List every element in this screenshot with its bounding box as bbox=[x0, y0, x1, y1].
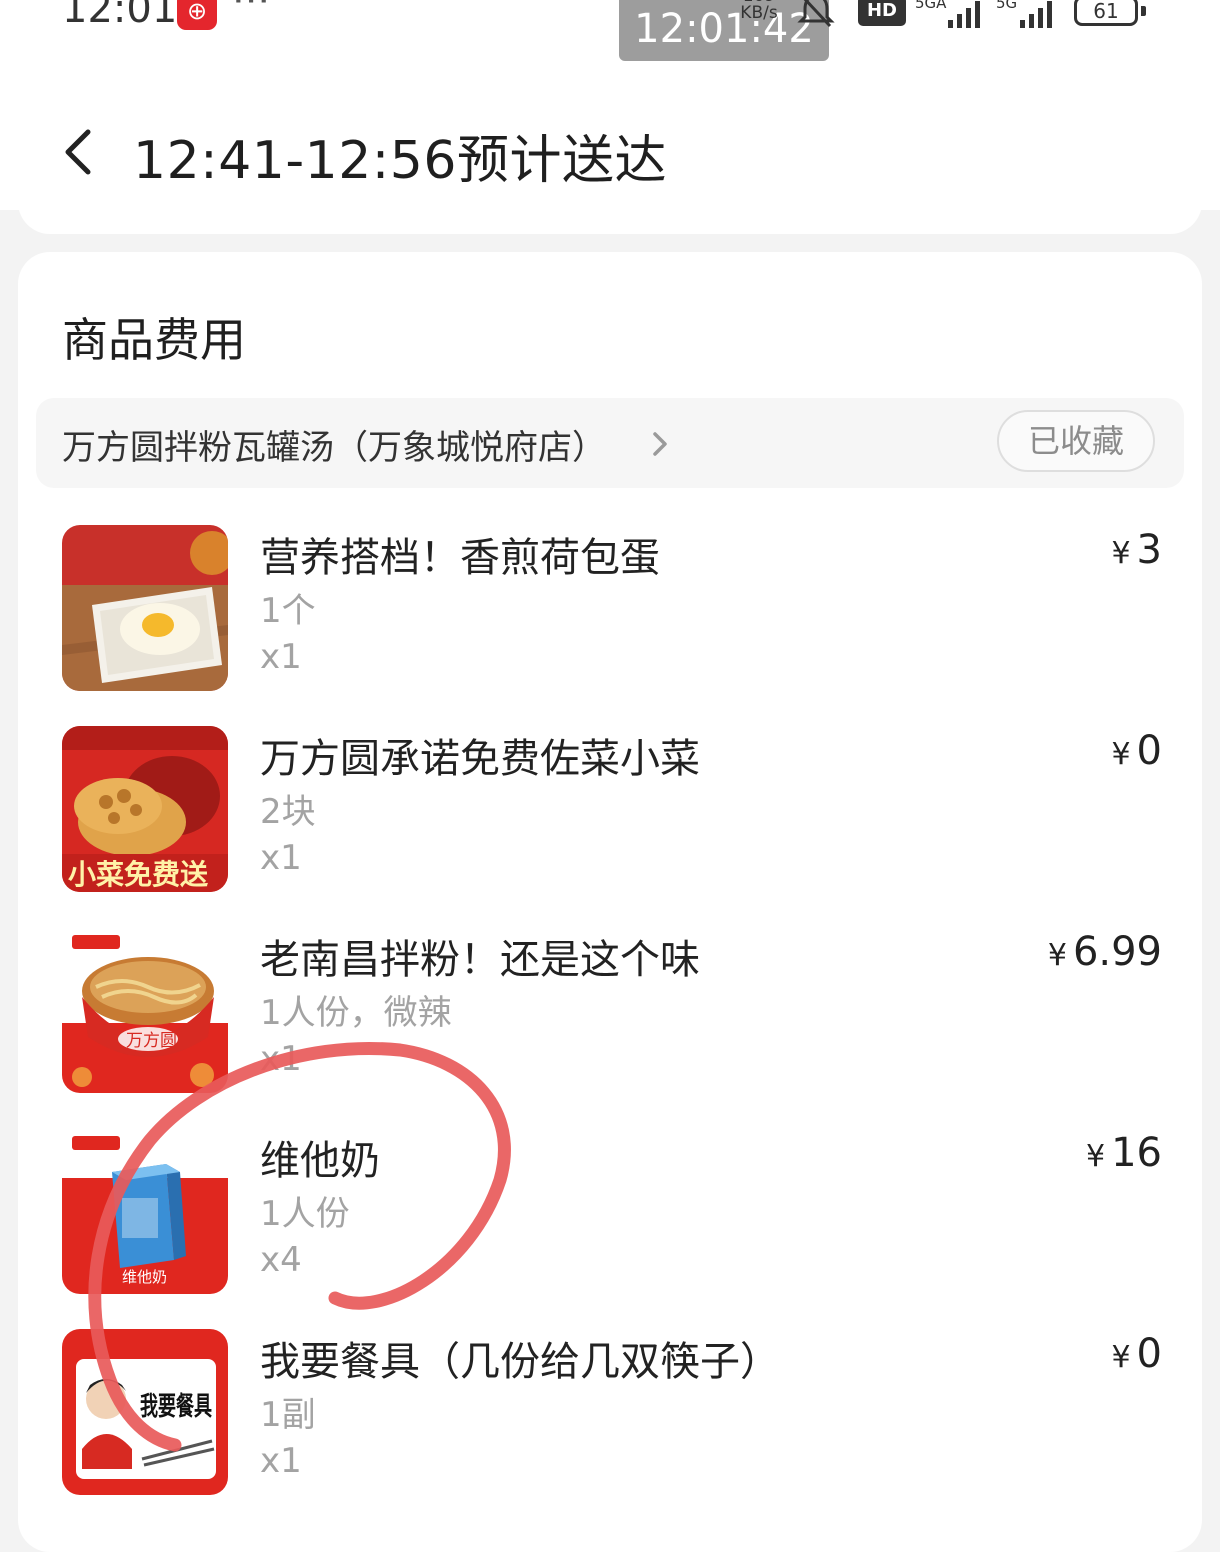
item-price: ¥0 bbox=[1111, 728, 1162, 774]
lotus-root-icon: 小菜免费送 bbox=[62, 726, 228, 892]
more-notifications-icon: ··· bbox=[232, 0, 271, 24]
item-price-value: 6.99 bbox=[1072, 929, 1162, 975]
currency-symbol: ¥ bbox=[1111, 1340, 1131, 1375]
item-price-value: 16 bbox=[1111, 1130, 1162, 1176]
store-name: 万方圆拌粉瓦罐汤（万象城悦府店） bbox=[62, 428, 606, 468]
item-price: ¥3 bbox=[1111, 527, 1162, 573]
item-price: ¥6.99 bbox=[1048, 929, 1162, 975]
signal-bars-icon bbox=[948, 1, 980, 28]
page-title: 12:41-12:56预计送达 bbox=[133, 131, 667, 191]
fried-egg-icon bbox=[62, 525, 228, 691]
app-notification-icon: ⊕ bbox=[177, 0, 217, 30]
item-price-value: 0 bbox=[1136, 1331, 1162, 1377]
item-spec: 1人份 bbox=[260, 1194, 350, 1234]
noodle-bowl-icon: 万方圆 bbox=[62, 927, 228, 1093]
status-time: 12:01 bbox=[62, 0, 178, 32]
item-quantity: x1 bbox=[260, 838, 302, 878]
item-spec: 1个 bbox=[260, 591, 316, 631]
item-name: 万方圆承诺免费佐菜小菜 bbox=[260, 736, 700, 782]
battery-icon: 61 bbox=[1074, 0, 1138, 26]
item-quantity: x1 bbox=[260, 637, 302, 677]
back-button[interactable] bbox=[50, 122, 110, 182]
header: 12:41-12:56预计送达 bbox=[0, 70, 1220, 210]
tableware-icon: 我要餐具 bbox=[62, 1329, 228, 1495]
favorited-button[interactable]: 已收藏 bbox=[997, 410, 1155, 472]
thumb-label: 万方圆 bbox=[126, 1031, 177, 1051]
item-price-value: 3 bbox=[1136, 527, 1162, 573]
previous-card-edge bbox=[18, 200, 1202, 234]
item-quantity: x1 bbox=[260, 1039, 302, 1079]
mute-bell-icon bbox=[797, 0, 835, 28]
item-quantity: x1 bbox=[260, 1441, 302, 1481]
item-price: ¥16 bbox=[1086, 1130, 1162, 1176]
thumb-label: 我要餐具 bbox=[140, 1392, 212, 1422]
item-spec: 2块 bbox=[260, 792, 316, 832]
currency-symbol: ¥ bbox=[1111, 737, 1131, 772]
item-quantity: x4 bbox=[260, 1240, 302, 1280]
currency-symbol: ¥ bbox=[1086, 1139, 1106, 1174]
order-item[interactable]: 小菜免费送 万方圆承诺免费佐菜小菜 2块 x1 ¥0 bbox=[62, 726, 1162, 906]
item-name: 营养搭档！香煎荷包蛋 bbox=[260, 535, 660, 581]
section-title: 商品费用 bbox=[62, 313, 246, 367]
item-spec: 1人份，微辣 bbox=[260, 993, 452, 1033]
thumb-label: 维他奶 bbox=[122, 1268, 167, 1286]
order-item[interactable]: 维他奶 维他奶 1人份 x4 ¥16 bbox=[62, 1128, 1162, 1308]
product-fee-card: 商品费用 万方圆拌粉瓦罐汤（万象城悦府店） 已收藏 营养搭档！香煎荷包蛋 1个 … bbox=[18, 252, 1202, 1552]
signal-bars-2-icon bbox=[1020, 1, 1052, 28]
currency-symbol: ¥ bbox=[1111, 536, 1131, 571]
order-item[interactable]: 万方圆 老南昌拌粉！还是这个味 1人份，微辣 x1 ¥6.99 bbox=[62, 927, 1162, 1107]
signal-2-label: 5G bbox=[996, 0, 1018, 12]
order-item[interactable]: 我要餐具 我要餐具（几份给几双筷子） 1副 x1 ¥0 bbox=[62, 1329, 1162, 1509]
item-price: ¥0 bbox=[1111, 1331, 1162, 1377]
status-bar: 12:01 ⊕ ··· 12:01:42 109 KB/s HD 5GA 5G … bbox=[0, 0, 1220, 70]
battery-tip bbox=[1141, 6, 1146, 16]
signal-1-label: 5GA bbox=[915, 0, 947, 12]
network-speed-unit: KB/s bbox=[740, 3, 778, 23]
order-item[interactable]: 营养搭档！香煎荷包蛋 1个 x1 ¥3 bbox=[62, 525, 1162, 705]
item-spec: 1副 bbox=[260, 1395, 316, 1435]
thumb-label: 小菜免费送 bbox=[68, 858, 208, 891]
item-name: 维他奶 bbox=[260, 1138, 380, 1184]
currency-symbol: ¥ bbox=[1047, 938, 1067, 973]
item-name: 老南昌拌粉！还是这个味 bbox=[260, 937, 700, 983]
network-speed: 109 KB/s bbox=[734, 0, 784, 22]
chevron-right-icon bbox=[653, 432, 667, 456]
soy-milk-box-icon: 维他奶 bbox=[62, 1128, 228, 1294]
hd-voice-icon: HD bbox=[858, 0, 906, 26]
item-price-value: 0 bbox=[1136, 728, 1162, 774]
item-name: 我要餐具（几份给几双筷子） bbox=[260, 1339, 780, 1385]
store-row[interactable]: 万方圆拌粉瓦罐汤（万象城悦府店） 已收藏 bbox=[36, 398, 1184, 488]
